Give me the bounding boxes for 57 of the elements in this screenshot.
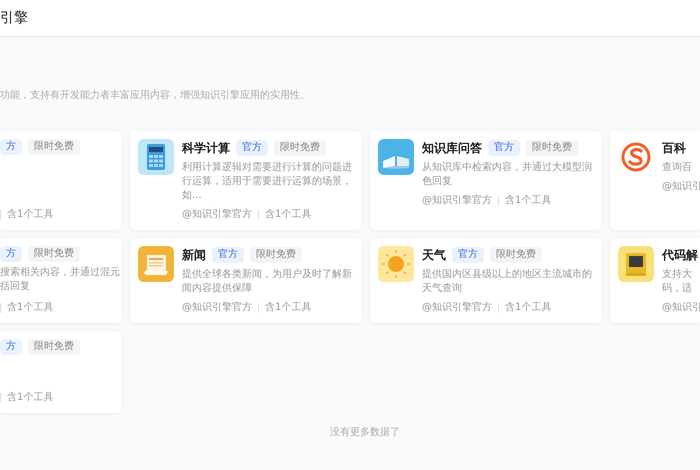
card-description: 从知识库中检索内容，并通过大模型润色回复 (422, 161, 593, 189)
author-text: @知识引擎官方 (422, 300, 492, 315)
tool-count: 含1个工具 (265, 300, 312, 315)
card-title: 天气 (422, 247, 446, 264)
computer-icon (618, 246, 654, 282)
tool-card[interactable]: 方 限时免费 含1个工具 (0, 331, 122, 413)
author-text: @知识引擎官方 (182, 208, 252, 222)
free-tag: 限时免费 (490, 247, 542, 263)
official-tag: 方 (0, 246, 22, 262)
author-text: @知识引擎官方 (422, 194, 492, 208)
card-description: 利用计算逻辑对需要进行计算的问题进行运算，适用于需要进行运算的场景，如... (182, 161, 353, 203)
book-icon (378, 139, 414, 175)
author-text: @知识引 (662, 301, 700, 315)
newspaper-icon (138, 246, 174, 282)
tool-card[interactable]: 新闻 官方 限时免费 提供全球各类新闻，为用户及时了解新闻内容提供保障 @知识引擎官方 含1个工具 (130, 238, 362, 323)
tool-count: 含1个工具 (505, 300, 552, 315)
official-tag: 方 (0, 339, 22, 355)
free-tag: 限时免费 (28, 139, 80, 155)
end-of-list-text: 没有更多数据了 (330, 426, 400, 440)
card-title: 代码解 (662, 247, 698, 264)
tool-card[interactable]: 知识库问答 官方 限时免费 从知识库中检索内容，并通过大模型润色回复 @知识引擎官方 含1个工具 (370, 131, 602, 230)
page-title: 引擎 (0, 8, 28, 28)
tool-card[interactable]: 方 限时免费 含1个工具 (0, 131, 122, 230)
card-title: 科学计算 (182, 140, 230, 157)
intro-text: 功能，支持有开发能力者丰富应用内容，增强知识引擎应用的实用性。 (0, 90, 310, 101)
official-tag: 官方 (212, 247, 244, 263)
card-description: 查询百 (662, 161, 693, 175)
tool-count: 含1个工具 (265, 208, 312, 222)
free-tag: 限时免费 (274, 140, 326, 156)
calculator-icon (138, 139, 174, 175)
tool-card[interactable]: 百科 查询百 @知识引 (610, 131, 700, 230)
official-tag: 官方 (236, 140, 268, 156)
official-tag: 官方 (452, 247, 484, 263)
author-text: @知识引擎官方 (182, 300, 252, 315)
sun-icon (378, 246, 414, 282)
card-description: 搜索相关内容，并通过混元 括回复 (0, 266, 121, 294)
tool-count: 含1个工具 (505, 194, 552, 208)
official-tag: 方 (0, 139, 22, 155)
card-description: 支持大 码，适 (662, 268, 693, 296)
card-description: 提供全球各类新闻，为用户及时了解新闻内容提供保障 (182, 268, 353, 296)
card-description: 提供国内区县级以上的地区主流城市的天气查询 (422, 268, 593, 296)
free-tag: 限时免费 (28, 246, 80, 262)
tool-card[interactable]: 方 限时免费 搜索相关内容，并通过混元 括回复 含1个工具 (0, 238, 122, 323)
tool-count: 含1个工具 (7, 300, 54, 315)
author-text: @知识引 (662, 180, 700, 194)
card-title: 新闻 (182, 247, 206, 264)
official-tag: 官方 (488, 140, 520, 156)
free-tag: 限时免费 (250, 247, 302, 263)
tool-card[interactable]: 科学计算 官方 限时免费 利用计算逻辑对需要进行计算的问题进行运算，适用于需要进行运算的场景，如... @知识引擎官方 含1个工具 (130, 131, 362, 230)
tool-count: 含1个工具 (7, 208, 54, 222)
card-title: 百科 (662, 140, 686, 157)
tool-count: 含1个工具 (7, 390, 54, 405)
tool-card[interactable]: 代码解 支持大 码，适 @知识引 (610, 238, 700, 323)
free-tag: 限时免费 (526, 140, 578, 156)
tool-card[interactable]: 天气 官方 限时免费 提供国内区县级以上的地区主流城市的天气查询 @知识引擎官方 含1个工具 (370, 238, 602, 323)
card-title: 知识库问答 (422, 140, 482, 157)
free-tag: 限时免费 (28, 339, 80, 355)
